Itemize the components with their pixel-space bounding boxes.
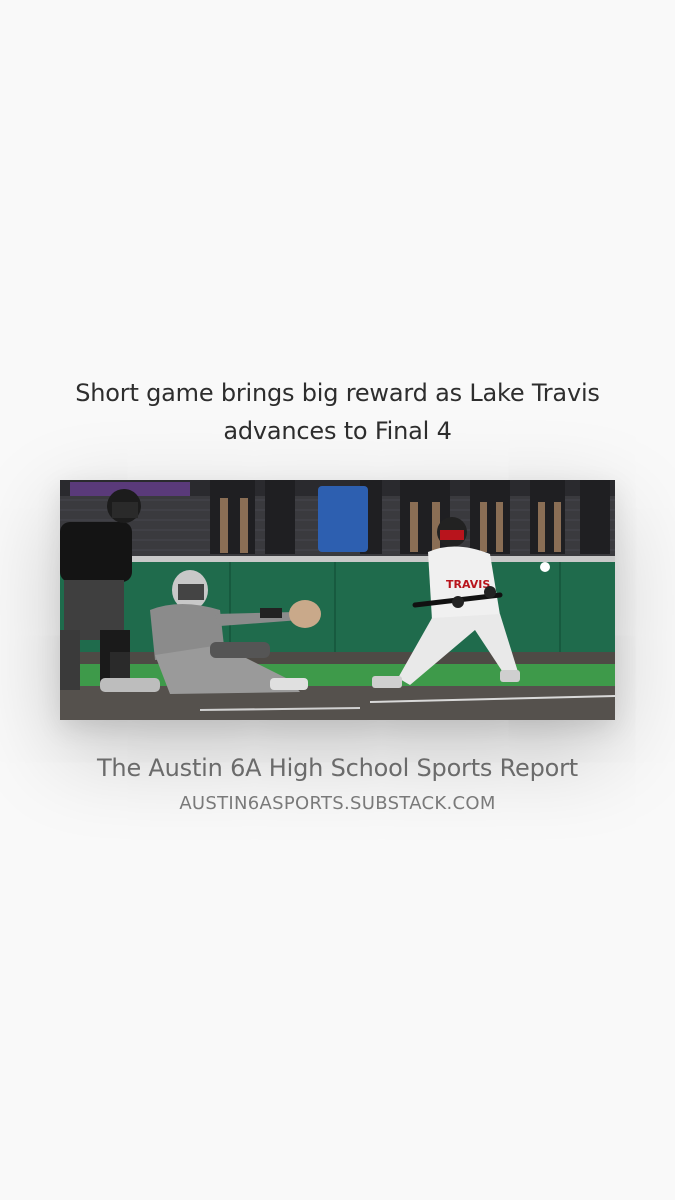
post-photo[interactable]: TRAVIS [60, 480, 615, 720]
baseball-scene-image: TRAVIS [60, 480, 615, 720]
post-headline[interactable]: Short game brings big reward as Lake Tra… [40, 374, 635, 450]
outfield-wall [60, 556, 615, 652]
jersey-lettering: TRAVIS [446, 578, 490, 591]
baseball [540, 562, 550, 572]
publication-domain[interactable]: AUSTIN6ASPORTS.SUBSTACK.COM [40, 791, 635, 817]
substack-share-card[interactable]: Short game brings big reward as Lake Tra… [0, 0, 675, 1200]
blue-bin [318, 486, 368, 552]
publication-name[interactable]: The Austin 6A High School Sports Report [40, 750, 635, 786]
